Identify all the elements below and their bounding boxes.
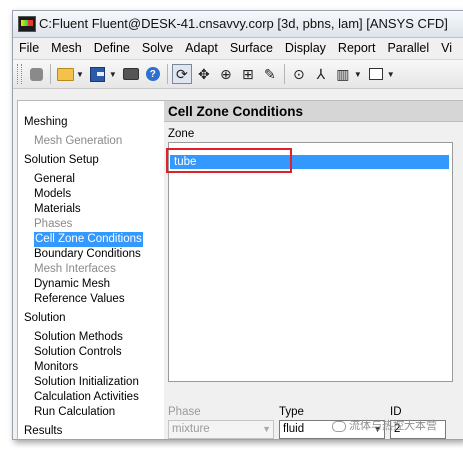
menu-surface[interactable]: Surface bbox=[224, 38, 279, 59]
cell-zone-conditions-panel: Cell Zone Conditions Zone tube Phase mix… bbox=[164, 100, 463, 439]
nav-item-solution-methods[interactable]: Solution Methods bbox=[34, 330, 123, 345]
nav-section-solution[interactable]: Solution bbox=[24, 311, 66, 326]
nav-item-materials[interactable]: Materials bbox=[34, 202, 81, 217]
zone-label: Zone bbox=[168, 128, 195, 140]
menu-adapt[interactable]: Adapt bbox=[179, 38, 224, 59]
toolbar-separator bbox=[283, 64, 285, 84]
nav-item-run-calculation[interactable]: Run Calculation bbox=[34, 405, 115, 420]
rectangle-icon[interactable] bbox=[366, 64, 386, 84]
zone-list[interactable]: tube bbox=[168, 142, 453, 382]
columns-dropdown-icon[interactable]: ▼ bbox=[354, 70, 362, 79]
menu-solve[interactable]: Solve bbox=[136, 38, 179, 59]
nav-item-solution-initialization[interactable]: Solution Initialization bbox=[34, 375, 139, 390]
nav-section-solution-setup[interactable]: Solution Setup bbox=[24, 153, 99, 168]
pan-icon[interactable]: ✥ bbox=[194, 64, 214, 84]
nav-item-models[interactable]: Models bbox=[34, 187, 71, 202]
help-icon[interactable]: ? bbox=[143, 64, 163, 84]
nav-section-meshing[interactable]: Meshing bbox=[24, 115, 67, 130]
menu-parallel[interactable]: Parallel bbox=[381, 38, 435, 59]
nav-item-monitors[interactable]: Monitors bbox=[34, 360, 78, 375]
phase-dropdown: mixture ▼ bbox=[168, 420, 274, 439]
toolbar-separator bbox=[50, 64, 51, 84]
type-label: Type bbox=[279, 406, 304, 418]
window-title: C:Fluent Fluent@DESK-41.cnsavvy.corp [3d… bbox=[39, 16, 448, 31]
zoom-box-icon[interactable]: ⊞ bbox=[238, 64, 258, 84]
nav-item-solution-controls[interactable]: Solution Controls bbox=[34, 345, 122, 360]
highlight-annotation-box bbox=[166, 148, 292, 173]
fluent-window: C:Fluent Fluent@DESK-41.cnsavvy.corp [3d… bbox=[12, 10, 463, 440]
menu-display[interactable]: Display bbox=[279, 38, 332, 59]
watermark: 流体与热控大本营 bbox=[332, 417, 437, 433]
wechat-icon bbox=[332, 420, 346, 432]
nav-item-reference-values[interactable]: Reference Values bbox=[34, 292, 125, 307]
toolbar-grip[interactable] bbox=[17, 64, 22, 84]
rotate-icon[interactable]: ⟳ bbox=[171, 64, 192, 84]
navigation-pane: Meshing Mesh Generation Solution Setup G… bbox=[17, 100, 166, 439]
open-folder-icon[interactable] bbox=[55, 64, 75, 84]
rectangle-dropdown-icon[interactable]: ▼ bbox=[387, 70, 395, 79]
nav-item-general[interactable]: General bbox=[34, 172, 75, 187]
menu-mesh[interactable]: Mesh bbox=[45, 38, 88, 59]
nav-item-mesh-interfaces: Mesh Interfaces bbox=[34, 263, 116, 275]
axes-icon[interactable]: ⅄ bbox=[311, 64, 331, 84]
phase-value: mixture bbox=[172, 423, 210, 435]
probe-icon[interactable]: ✎ bbox=[260, 64, 280, 84]
camera-icon[interactable] bbox=[121, 64, 141, 84]
nav-item-phases: Phases bbox=[34, 218, 73, 230]
save-disk-icon[interactable] bbox=[88, 64, 108, 84]
stop-icon[interactable] bbox=[26, 64, 46, 84]
menu-file[interactable]: File bbox=[13, 38, 45, 59]
nav-item-boundary-conditions[interactable]: Boundary Conditions bbox=[34, 247, 141, 262]
menu-view[interactable]: Vi bbox=[435, 38, 458, 59]
chevron-down-icon: ▼ bbox=[262, 424, 271, 434]
columns-icon[interactable]: ▥ bbox=[333, 64, 353, 84]
save-dropdown-icon[interactable]: ▼ bbox=[109, 70, 117, 79]
menu-report[interactable]: Report bbox=[332, 38, 382, 59]
toolbar-separator bbox=[166, 64, 168, 84]
title-bar: C:Fluent Fluent@DESK-41.cnsavvy.corp [3d… bbox=[13, 11, 463, 38]
nav-section-results[interactable]: Results bbox=[24, 424, 62, 439]
magnify-icon[interactable]: ⊙ bbox=[289, 64, 309, 84]
phase-label: Phase bbox=[168, 406, 201, 418]
nav-item-cell-zone-conditions[interactable]: Cell Zone Conditions bbox=[34, 232, 143, 247]
menu-bar: File Mesh Define Solve Adapt Surface Dis… bbox=[13, 38, 463, 60]
type-value: fluid bbox=[283, 423, 305, 435]
toolbar: ▼ ▼ ? ⟳ ✥ ⊕ ⊞ ✎ ⊙ ⅄ ▥ ▼ ▼ bbox=[13, 60, 463, 89]
fluent-app-icon bbox=[18, 16, 36, 32]
open-dropdown-icon[interactable]: ▼ bbox=[76, 70, 84, 79]
watermark-text: 流体与热控大本营 bbox=[349, 420, 437, 432]
nav-item-calculation-activities[interactable]: Calculation Activities bbox=[34, 390, 139, 405]
panel-title: Cell Zone Conditions bbox=[164, 100, 463, 122]
nav-item-dynamic-mesh[interactable]: Dynamic Mesh bbox=[34, 277, 110, 292]
nav-item-mesh-generation: Mesh Generation bbox=[34, 135, 123, 147]
menu-define[interactable]: Define bbox=[88, 38, 136, 59]
zoom-in-icon[interactable]: ⊕ bbox=[216, 64, 236, 84]
